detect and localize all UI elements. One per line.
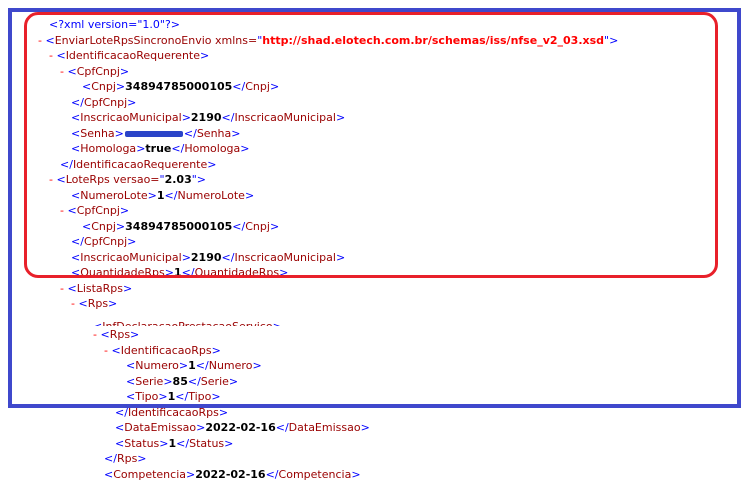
xml-token: < — [111, 343, 121, 357]
xml-tag-name: Tipo — [135, 390, 159, 403]
xml-line: <Serie>85</Serie> — [126, 374, 238, 389]
occluded-text: <InfDeclaracaoPrestacaoServico> — [93, 319, 282, 326]
xml-token: > — [228, 374, 239, 388]
xml-tag-name: Numero — [208, 359, 253, 372]
xml-line: <Numero>1</Numero> — [126, 358, 262, 373]
xml-tag-name: Numero — [135, 359, 179, 372]
xml-line[interactable]: - <Rps> — [71, 296, 117, 311]
xml-token: </ — [104, 452, 117, 465]
xml-line: <DataEmissao>2022-02-16</DataEmissao> — [115, 420, 370, 435]
xml-line: <Tipo>1</Tipo> — [126, 389, 221, 404]
xml-tag-name: Serie — [200, 374, 229, 388]
xml-token: < — [93, 320, 102, 326]
xml-token: > — [211, 390, 221, 403]
xml-token: < — [67, 281, 77, 295]
xml-token: > — [252, 359, 262, 372]
xml-token: </ — [176, 436, 190, 450]
xml-text-value: 1 — [168, 436, 177, 450]
xml-token: < — [126, 390, 136, 403]
xml-token: < — [100, 328, 110, 341]
xml-tag-name: Rps — [109, 328, 131, 341]
xml-token: > — [178, 359, 189, 372]
xml-token: < — [78, 297, 88, 310]
xml-token: < — [104, 467, 114, 481]
xml-tag-name: ListaRps — [76, 281, 124, 295]
xml-tag-name: Competencia — [113, 467, 186, 481]
xml-text-value: 2022-02-16 — [195, 467, 266, 481]
xml-token: > — [159, 436, 169, 450]
xml-line: </IdentificacaoRps> — [115, 405, 228, 420]
xml-line: </Rps> — [104, 451, 147, 466]
xml-token: </ — [115, 405, 128, 419]
xml-token: > — [351, 467, 361, 481]
xml-tag-name: Serie — [135, 374, 164, 388]
xml-token: > — [123, 281, 133, 295]
xml-line: <Competencia>2022-02-16</Competencia> — [104, 467, 361, 482]
xml-token: > — [158, 390, 168, 403]
xml-text-value: 85 — [172, 374, 188, 388]
xml-token: > — [211, 343, 221, 357]
xml-tag-name: Status — [124, 436, 160, 450]
xml-token: > — [137, 452, 147, 465]
xml-token: < — [115, 436, 125, 450]
xml-token: > — [186, 467, 196, 481]
xml-tag-name: Competencia — [278, 467, 352, 481]
xml-tag-name: Rps — [87, 297, 109, 310]
xml-token: </ — [175, 390, 189, 403]
xml-tag-name: IdentificacaoRps — [127, 405, 219, 419]
xml-token: < — [126, 374, 136, 388]
xml-token: > — [224, 436, 234, 450]
xml-line[interactable]: - <ListaRps> — [60, 281, 132, 296]
xml-token: </ — [265, 467, 279, 481]
xml-tag-name: Tipo — [188, 390, 212, 403]
xml-token: </ — [187, 374, 201, 388]
xml-text-value: 1 — [188, 359, 196, 372]
xml-line[interactable]: - <IdentificacaoRps> — [104, 343, 221, 358]
xml-token: </ — [195, 359, 209, 372]
xml-line: <Status>1</Status> — [115, 436, 233, 451]
xml-token: < — [126, 359, 136, 372]
xml-line[interactable]: - <Rps> — [93, 327, 139, 342]
xml-tag-name: Rps — [116, 452, 138, 465]
xml-token: > — [163, 374, 173, 388]
xml-token: > — [218, 405, 229, 419]
xml-token: > — [108, 297, 118, 310]
highlight-box — [24, 12, 718, 278]
xml-token: > — [273, 320, 282, 326]
xml-token: > — [130, 328, 140, 341]
xml-tag-name: IdentificacaoRps — [120, 343, 212, 357]
xml-tag-name: Status — [189, 436, 225, 450]
xml-tag-name: InfDeclaracaoPrestacaoServico — [102, 320, 272, 326]
